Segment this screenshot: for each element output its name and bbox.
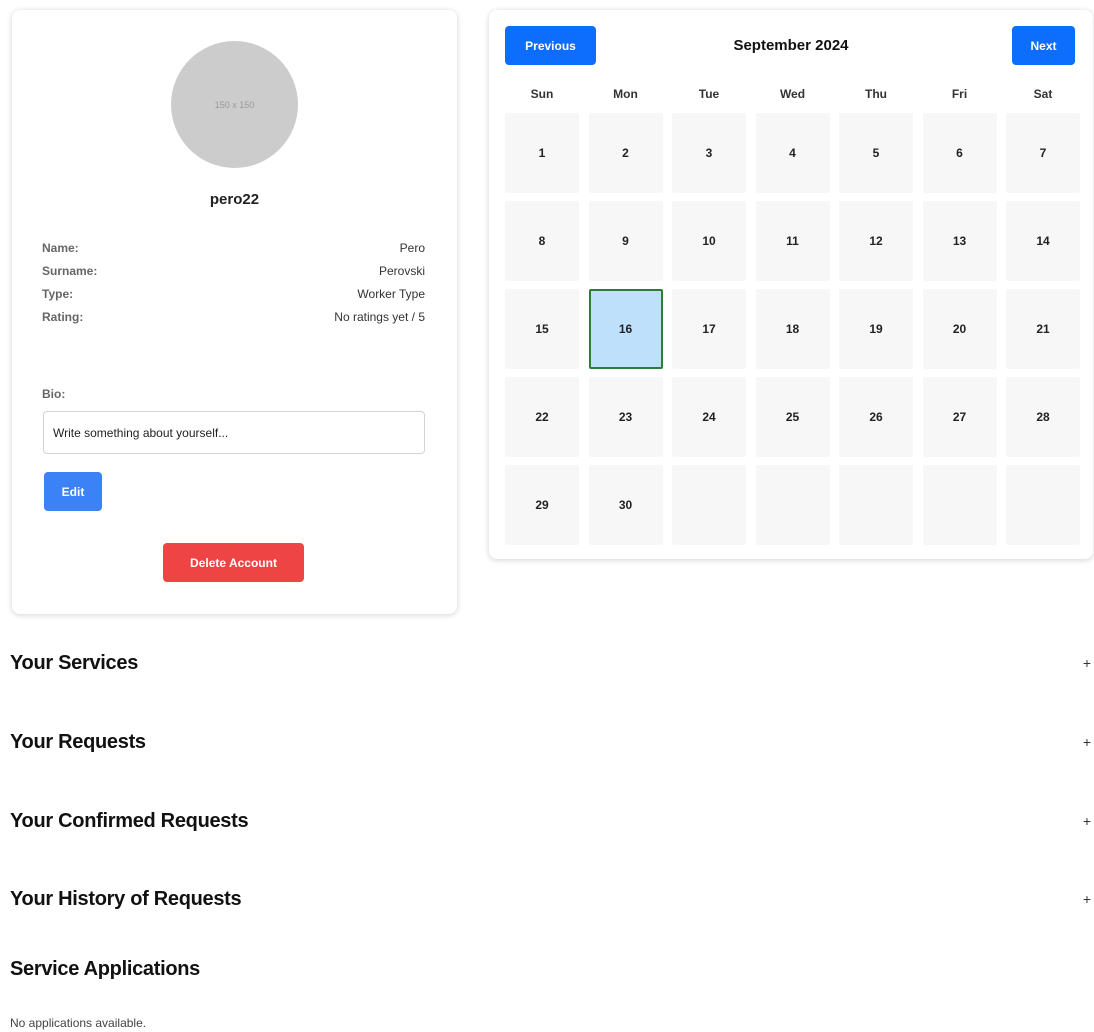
calendar-day[interactable]: 2 <box>588 113 663 193</box>
info-value: Worker Type <box>357 287 425 301</box>
info-row-surname: Surname: Perovski <box>42 264 425 280</box>
calendar-day-selected[interactable]: 16 <box>588 289 663 369</box>
info-value: Pero <box>399 241 425 255</box>
calendar-day[interactable]: 19 <box>839 289 913 369</box>
calendar-day[interactable]: 26 <box>839 377 913 457</box>
calendar-day[interactable]: 12 <box>839 201 913 281</box>
calendar-day[interactable]: 29 <box>505 465 579 545</box>
calendar-day[interactable]: 28 <box>1006 377 1080 457</box>
calendar-day[interactable]: 9 <box>588 201 663 281</box>
calendar-empty-cell <box>839 465 913 545</box>
calendar-day[interactable]: 13 <box>922 201 997 281</box>
bio-input[interactable] <box>43 411 425 454</box>
calendar-empty-cell <box>922 465 997 545</box>
expand-plus-icon[interactable]: + <box>1083 813 1091 829</box>
calendar-card: Previous September 2024 Next Sun Mon Tue… <box>489 10 1093 559</box>
weekday-label: Mon <box>613 87 638 101</box>
expand-plus-icon[interactable]: + <box>1083 655 1091 671</box>
info-label: Surname: <box>42 264 98 278</box>
edit-button[interactable]: Edit <box>44 472 102 511</box>
calendar-day[interactable]: 5 <box>839 113 913 193</box>
calendar-day[interactable]: 11 <box>755 201 830 281</box>
calendar-empty-cell <box>672 465 746 545</box>
weekday-label: Sat <box>1033 87 1053 101</box>
calendar-day[interactable]: 8 <box>505 201 579 281</box>
calendar-day[interactable]: 25 <box>755 377 830 457</box>
next-month-button[interactable]: Next <box>1012 26 1075 65</box>
username: pero22 <box>209 191 260 208</box>
section-title: Your Confirmed Requests <box>10 809 249 832</box>
service-applications-title: Service Applications <box>10 958 200 980</box>
info-label: Rating: <box>42 310 84 324</box>
no-applications-text: No applications available. <box>10 1016 147 1030</box>
calendar-day[interactable]: 6 <box>922 113 997 193</box>
calendar-day-grid: 1 2 3 4 5 6 7 8 9 10 11 12 13 14 15 16 1… <box>505 113 1080 545</box>
profile-card: 150 x 150 pero22 Name: Pero Surname: Per… <box>12 10 457 614</box>
calendar-day[interactable]: 30 <box>588 465 663 545</box>
info-row-name: Name: Pero <box>42 241 425 257</box>
section-confirmed-requests[interactable]: Your Confirmed Requests + <box>10 806 1094 836</box>
avatar: 150 x 150 <box>171 41 298 168</box>
section-title: Your Services <box>10 651 139 674</box>
weekday-label: Fri <box>951 87 968 101</box>
section-history-of-requests[interactable]: Your History of Requests + <box>10 884 1094 914</box>
bio-label: Bio: <box>42 387 66 401</box>
weekday-label: Thu <box>865 87 887 101</box>
weekday-label: Tue <box>698 87 720 101</box>
info-value: Perovski <box>378 264 425 278</box>
weekday-header: Sun Mon Tue Wed Thu Fri Sat <box>505 87 1077 101</box>
section-title: Your Requests <box>10 730 146 753</box>
weekday-label: Sun <box>530 87 554 101</box>
weekday-label: Wed <box>779 87 806 101</box>
section-title: Your History of Requests <box>10 887 242 910</box>
calendar-day[interactable]: 17 <box>672 289 746 369</box>
delete-account-button[interactable]: Delete Account <box>163 543 304 582</box>
calendar-day[interactable]: 4 <box>755 113 830 193</box>
expand-plus-icon[interactable]: + <box>1083 734 1091 750</box>
section-your-services[interactable]: Your Services + <box>10 648 1094 678</box>
avatar-placeholder-text: 150 x 150 <box>214 99 255 110</box>
calendar-day[interactable]: 20 <box>922 289 997 369</box>
calendar-day[interactable]: 3 <box>672 113 746 193</box>
calendar-day[interactable]: 15 <box>505 289 579 369</box>
calendar-day[interactable]: 24 <box>672 377 746 457</box>
calendar-empty-cell <box>1006 465 1080 545</box>
calendar-day[interactable]: 21 <box>1006 289 1080 369</box>
calendar-day[interactable]: 23 <box>588 377 663 457</box>
calendar-day[interactable]: 1 <box>505 113 579 193</box>
section-your-requests[interactable]: Your Requests + <box>10 727 1094 757</box>
info-label: Type: <box>42 287 74 301</box>
info-value: No ratings yet / 5 <box>334 310 425 324</box>
calendar-month-title: September 2024 <box>733 37 849 54</box>
calendar-day[interactable]: 14 <box>1006 201 1080 281</box>
calendar-day[interactable]: 22 <box>505 377 579 457</box>
calendar-day[interactable]: 18 <box>755 289 830 369</box>
calendar-empty-cell <box>755 465 830 545</box>
expand-plus-icon[interactable]: + <box>1083 891 1091 907</box>
calendar-day[interactable]: 27 <box>922 377 997 457</box>
info-row-rating: Rating: No ratings yet / 5 <box>42 310 425 326</box>
calendar-day[interactable]: 10 <box>672 201 746 281</box>
calendar-day[interactable]: 7 <box>1006 113 1080 193</box>
info-row-type: Type: Worker Type <box>42 287 425 303</box>
info-label: Name: <box>42 241 79 255</box>
